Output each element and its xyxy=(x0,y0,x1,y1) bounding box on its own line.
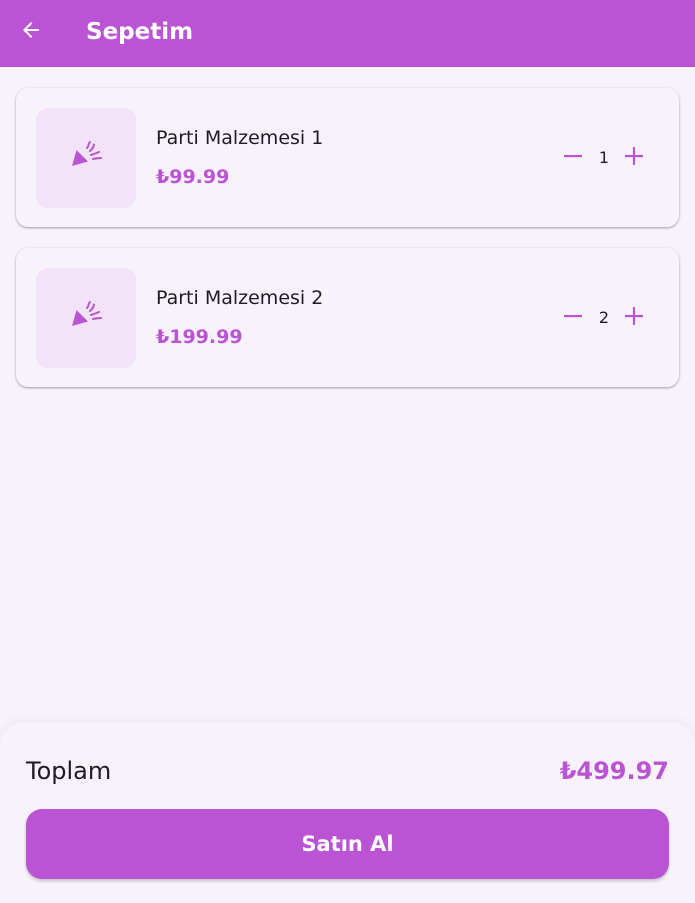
party-popper-icon xyxy=(66,136,106,180)
app-bar: Sepetim xyxy=(0,0,695,67)
item-price: ₺199.99 xyxy=(156,326,243,348)
increase-quantity-button[interactable] xyxy=(619,303,649,333)
minus-icon xyxy=(562,305,584,331)
quantity-value: 1 xyxy=(598,148,610,167)
party-popper-icon xyxy=(66,296,106,340)
total-value: ₺499.97 xyxy=(559,757,669,785)
cart-item: Parti Malzemesi 2 ₺199.99 2 xyxy=(16,248,679,387)
product-thumbnail xyxy=(36,268,136,368)
plus-icon xyxy=(623,145,645,171)
arrow-back-icon xyxy=(19,18,43,46)
product-thumbnail xyxy=(36,108,136,208)
increase-quantity-button[interactable] xyxy=(619,143,649,173)
item-price: ₺99.99 xyxy=(156,166,230,188)
quantity-value: 2 xyxy=(598,308,610,327)
item-name: Parti Malzemesi 2 xyxy=(156,287,324,309)
item-name: Parti Malzemesi 1 xyxy=(156,127,324,149)
minus-icon xyxy=(562,145,584,171)
plus-icon xyxy=(623,305,645,331)
back-button[interactable] xyxy=(11,12,51,52)
buy-button-label: Satın Al xyxy=(301,832,394,856)
page-title: Sepetim xyxy=(86,19,194,45)
decrease-quantity-button[interactable] xyxy=(558,143,588,173)
decrease-quantity-button[interactable] xyxy=(558,303,588,333)
checkout-panel: Toplam ₺499.97 Satın Al xyxy=(0,722,695,903)
buy-button[interactable]: Satın Al xyxy=(26,809,669,879)
cart-item: Parti Malzemesi 1 ₺99.99 1 xyxy=(16,88,679,227)
total-label: Toplam xyxy=(26,757,112,785)
